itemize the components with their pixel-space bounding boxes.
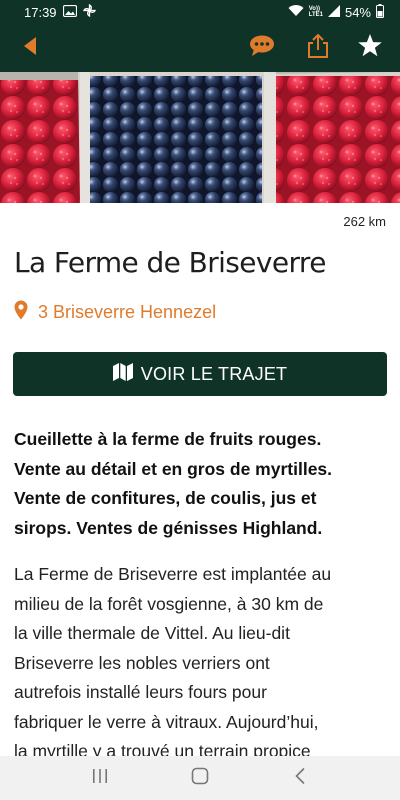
intro-line: Cueillette à la ferme de fruits rouges.	[14, 429, 322, 449]
page-title: La Ferme de Briseverre	[14, 246, 326, 279]
share-button[interactable]	[296, 24, 340, 72]
app-bar	[0, 24, 400, 72]
description-line: milieu de la forêt vosgienne, à 30 km de	[14, 593, 324, 614]
description-line: Briseverre les nobles verriers ont	[14, 652, 270, 673]
intro-text: Cueillette à la ferme de fruits rouges. …	[14, 425, 394, 543]
share-icon	[307, 33, 329, 63]
battery-icon	[376, 3, 384, 21]
intro-line: Vente de confitures, de coulis, jus et	[14, 488, 317, 508]
back-button[interactable]	[8, 24, 52, 72]
system-back-button[interactable]	[280, 758, 320, 798]
address-link[interactable]: 3 Briseverre Hennezel	[14, 300, 216, 325]
status-bar: 17:39 Vo)) LTE1 54%	[0, 0, 400, 24]
system-nav-bar	[0, 756, 400, 800]
wifi-icon	[288, 4, 304, 20]
intro-line: sirops. Ventes de génisses Highland.	[14, 517, 323, 538]
description-line: autrefois installé leurs fours pour	[14, 682, 267, 702]
description-line: La Ferme de Briseverre est implantée au	[14, 564, 332, 584]
back-arrow-icon	[22, 36, 38, 61]
battery-percent: 54%	[344, 4, 371, 20]
description-line: la ville thermale de Vittel. Au lieu-dit	[14, 623, 290, 643]
star-icon	[357, 33, 383, 63]
pinwheel-notification-icon	[82, 4, 96, 20]
distance-label: 262 km	[343, 214, 386, 229]
home-icon	[191, 767, 209, 790]
recent-apps-button[interactable]	[80, 758, 120, 798]
route-button[interactable]: VOIR LE TRAJET	[13, 352, 387, 396]
signal-icon	[327, 4, 340, 20]
description-line: fabriquer le verre à vitraux. Aujourd’hu…	[14, 711, 319, 732]
location-pin-icon	[14, 300, 28, 325]
description-text: La Ferme de Briseverre est implantée au …	[14, 560, 394, 767]
gallery-notification-icon	[62, 4, 77, 20]
recent-apps-icon	[91, 768, 109, 789]
status-time: 17:39	[24, 4, 57, 20]
map-icon	[112, 362, 133, 386]
route-button-label: VOIR LE TRAJET	[140, 363, 288, 384]
chat-bubble-icon	[249, 35, 275, 62]
network-label: Vo)) LTE1	[308, 6, 323, 18]
chevron-left-icon	[294, 767, 306, 790]
hero-image	[0, 72, 400, 203]
home-button[interactable]	[180, 758, 220, 798]
intro-line: Vente au détail et en gros de myrtilles.	[14, 458, 333, 479]
address-text: 3 Briseverre Hennezel	[38, 302, 217, 322]
chat-button[interactable]	[240, 24, 284, 72]
favorite-button[interactable]	[348, 24, 392, 72]
